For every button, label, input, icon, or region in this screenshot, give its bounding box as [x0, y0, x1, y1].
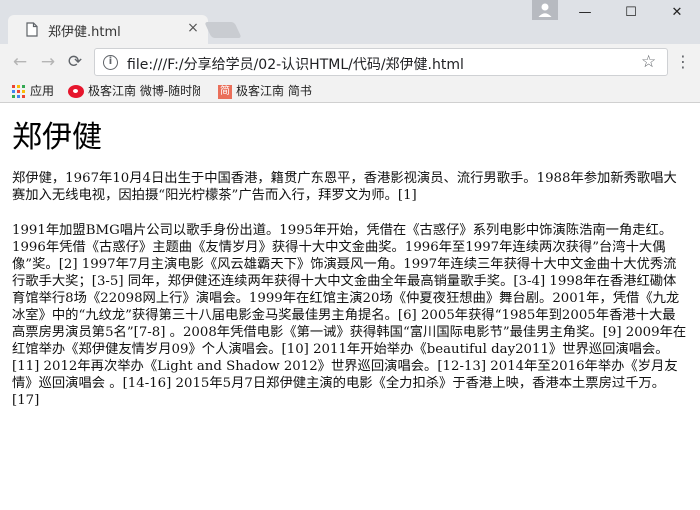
apps-grid-dot — [22, 90, 25, 93]
tab-close-icon[interactable]: × — [184, 19, 202, 37]
maximize-button[interactable]: ☐ — [608, 0, 654, 26]
apps-grid-dot — [12, 85, 15, 88]
apps-grid-dot — [22, 95, 25, 98]
apps-grid-icon — [12, 85, 25, 98]
back-button[interactable]: ← — [8, 50, 32, 74]
info-icon[interactable]: i — [103, 55, 118, 70]
document-icon — [26, 22, 38, 37]
paragraph-intro: 郑伊健，1967年10月4日出生于中国香港，籍贯广东恩平，香港影视演员、流行男歌… — [12, 171, 677, 203]
paragraph-career: 1991年加盟BMG唱片公司以歌手身份出道。1995年开始，凭借在《古惑仔》系列… — [12, 223, 687, 408]
minimize-button[interactable]: — — [562, 0, 608, 26]
close-window-button[interactable]: ✕ — [654, 0, 700, 26]
bookmark-label: 极客江南 简书 — [236, 84, 312, 98]
apps-grid-dot — [17, 95, 20, 98]
apps-grid-dot — [17, 90, 20, 93]
apps-grid-dot — [12, 95, 15, 98]
profile-icon[interactable] — [532, 0, 558, 20]
menu-icon[interactable]: ⋮ — [674, 50, 692, 74]
page-heading: 郑伊健 — [12, 120, 102, 155]
apps-grid-dot — [12, 90, 15, 93]
jianshu-icon: 简 — [218, 84, 232, 99]
bookmark-jianshu[interactable]: 简极客江南 简书 — [218, 82, 312, 100]
reload-button[interactable]: ⟳ — [63, 50, 87, 74]
bookmark-weibo[interactable]: 极客江南 微博-随时随 — [68, 82, 200, 100]
bookmark-label: 极客江南 微博-随时随 — [88, 84, 200, 98]
apps-grid-dot — [22, 85, 25, 88]
browser-tab[interactable]: 郑伊健.html × — [8, 15, 208, 44]
url-text[interactable]: file:///F:/分享给学员/02-认识HTML/代码/郑伊健.html — [127, 54, 464, 74]
bookmark-label: 应用 — [30, 84, 55, 98]
browser-toolbar: ← → ⟳ i file:///F:/分享给学员/02-认识HTML/代码/郑伊… — [0, 44, 700, 80]
bookmarks-bar: 应用 极客江南 微博-随时随 简极客江南 简书 — [0, 80, 700, 103]
address-bar[interactable]: i file:///F:/分享给学员/02-认识HTML/代码/郑伊健.html… — [94, 48, 668, 76]
forward-button[interactable]: → — [36, 50, 60, 74]
bookmark-apps[interactable]: 应用 — [12, 82, 54, 100]
apps-grid-dot — [17, 85, 20, 88]
bookmark-star-icon[interactable]: ☆ — [641, 52, 656, 72]
title-bar: 郑伊健.html × — ☐ ✕ — [0, 0, 700, 44]
page-content: 郑伊健 郑伊健，1967年10月4日出生于中国香港，籍贯广东恩平，香港影视演员、… — [0, 104, 700, 510]
new-tab-button[interactable] — [204, 22, 242, 38]
weibo-icon — [68, 85, 84, 98]
tab-title: 郑伊健.html — [48, 25, 121, 40]
